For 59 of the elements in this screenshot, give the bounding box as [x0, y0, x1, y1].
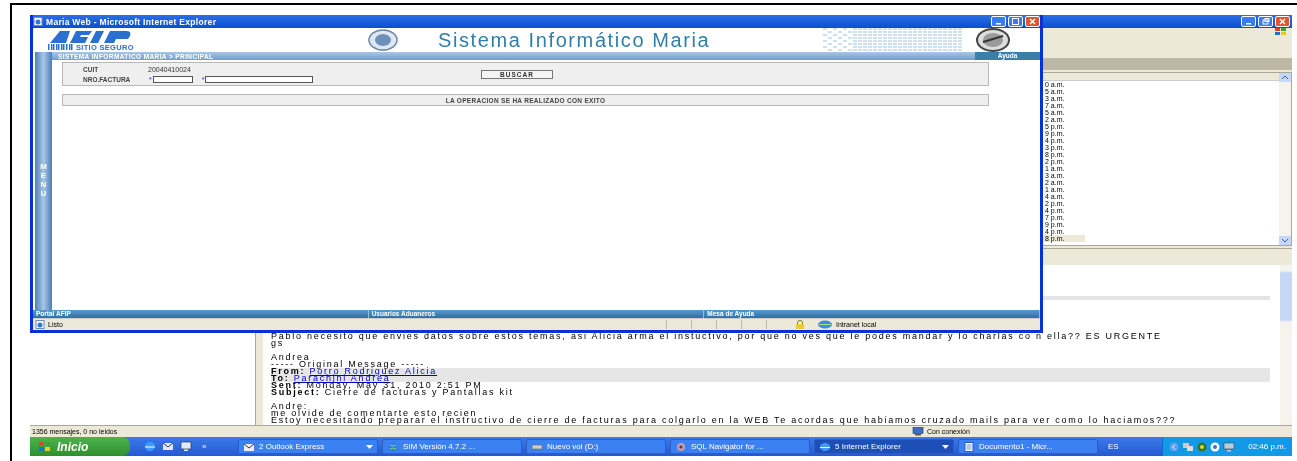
shield-icon[interactable]	[1197, 441, 1208, 452]
mail-icon	[243, 441, 255, 452]
scrollbar[interactable]	[1280, 265, 1292, 425]
seal-icon	[368, 29, 398, 51]
maximize-button[interactable]	[1008, 16, 1023, 27]
globe-icon	[387, 441, 399, 452]
document-icon	[963, 441, 975, 452]
windows-flag-icon	[38, 441, 52, 452]
browser-icon[interactable]	[144, 441, 156, 452]
message-text: gs	[271, 340, 284, 347]
site-title: Sistema Informático Maria	[438, 28, 712, 52]
windows-flag-icon	[1274, 27, 1288, 36]
header-value: Cierre de facturas y Pantallas kit	[324, 387, 514, 397]
gear-icon	[675, 441, 687, 452]
header-label: Subject:	[271, 387, 321, 397]
window-title: Maria Web - Microsoft Internet Explorer	[46, 16, 217, 27]
taskbar-button[interactable]: SIM Versión 4.7.2 ...	[382, 439, 522, 454]
close-icon	[1279, 18, 1286, 25]
browser-page-icon	[33, 17, 43, 26]
status-icon[interactable]	[1210, 441, 1221, 452]
message-text: ----- Original Message -----	[271, 361, 425, 368]
message-text: Andre:	[271, 403, 309, 410]
menu-label: MENU	[39, 163, 48, 199]
minimize-button[interactable]	[991, 16, 1006, 27]
taskbar-button[interactable]: 5 Internet Explorer	[814, 439, 954, 454]
computer-icon	[912, 427, 924, 436]
mail-icon[interactable]	[162, 441, 174, 452]
taskbar-button[interactable]: SQL Navigator for ...	[670, 439, 810, 454]
scroll-up-icon[interactable]	[1279, 73, 1291, 82]
taskbar-button[interactable]: Nuevo vol (D:)	[526, 439, 666, 454]
globe-icon	[817, 320, 833, 329]
restore-icon	[1261, 18, 1270, 25]
barcode-stripes-icon	[48, 44, 74, 50]
language-indicator[interactable]: ES	[1108, 442, 1119, 451]
lock-icon	[794, 320, 806, 329]
close-button[interactable]	[1275, 16, 1290, 27]
scroll-down-icon[interactable]	[1279, 236, 1291, 245]
message-text: me olvide de comentarte esto recien	[271, 410, 478, 417]
taskbar-button[interactable]: Documento1 - Micr...	[958, 439, 1098, 454]
scrollbar[interactable]	[1279, 73, 1291, 245]
drive-icon	[531, 441, 543, 452]
more-button[interactable]: »	[198, 442, 211, 451]
message-text: Andrea	[271, 354, 311, 361]
clock: 02:46 p.m.	[1248, 442, 1286, 451]
restore-button[interactable]	[1258, 16, 1273, 27]
close-button[interactable]	[1025, 16, 1040, 27]
input-field[interactable]	[152, 75, 193, 83]
minimize-button[interactable]	[1241, 16, 1256, 27]
stamp-icon	[975, 28, 1011, 52]
network-icon[interactable]	[1182, 441, 1195, 452]
input-field[interactable]	[205, 75, 314, 83]
desktop-icon[interactable]	[180, 441, 192, 452]
page-icon	[35, 320, 45, 329]
message-text: Estoy necesitando preparar el instructivo de cierre de facturas para colgarlo en la WEB Te acordas que habiamos cruzado mails para ver como lo haciamos???	[271, 417, 1178, 424]
browser-icon	[819, 441, 831, 452]
close-icon	[1029, 18, 1036, 25]
taskbar-button[interactable]: 2 Outlook Express	[238, 439, 378, 454]
monitor-icon[interactable]	[1223, 441, 1236, 452]
maximize-icon	[1012, 18, 1019, 25]
